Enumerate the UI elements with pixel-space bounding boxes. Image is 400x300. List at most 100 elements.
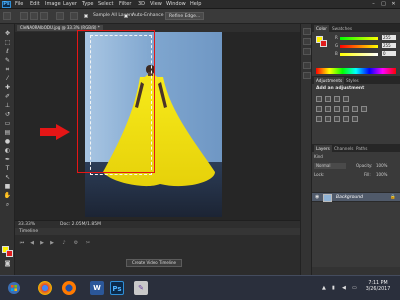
menu-file[interactable]: File	[15, 1, 23, 8]
previous-frame-icon[interactable]: ◀	[29, 241, 35, 246]
gradient-map-icon[interactable]	[343, 116, 349, 122]
history-panel-icon[interactable]	[303, 28, 311, 35]
background-color-swatch[interactable]	[6, 250, 13, 257]
brush-picker-icon[interactable]	[56, 12, 64, 20]
red-value[interactable]: 255	[382, 35, 396, 40]
photo-filter-icon[interactable]	[352, 106, 358, 112]
character-panel-icon[interactable]	[303, 62, 311, 69]
marquee-tool-icon[interactable]: ⬚	[3, 39, 12, 47]
color-spectrum-bar[interactable]	[316, 68, 396, 74]
quick-selection-tool-icon[interactable]: ✎	[3, 57, 12, 65]
info-panel-icon[interactable]	[303, 48, 311, 55]
timeline-tab[interactable]: Timeline	[19, 228, 38, 235]
pressure-icon[interactable]	[70, 12, 78, 20]
clock[interactable]: 7:11 PM 3/26/2017	[362, 281, 394, 293]
add-to-selection-icon[interactable]	[30, 12, 38, 20]
levels-icon[interactable]	[325, 96, 331, 102]
eyedropper-tool-icon[interactable]: ⁄	[3, 75, 12, 83]
photoshop-taskbar-icon[interactable]: Ps	[110, 281, 124, 295]
clone-stamp-tool-icon[interactable]: ⊥	[3, 102, 12, 110]
chrome-icon[interactable]	[38, 281, 52, 295]
properties-panel-icon[interactable]	[303, 38, 311, 45]
layer-filter-kind[interactable]: Kind	[314, 154, 323, 160]
menu-select[interactable]: Select	[98, 1, 113, 8]
network-icon[interactable]: ▮	[332, 285, 335, 291]
paint-icon[interactable]: ✎	[134, 281, 148, 295]
tab-swatches[interactable]: Swatches	[330, 25, 354, 32]
close-button[interactable]: ✕	[390, 1, 397, 7]
threshold-icon[interactable]	[334, 116, 340, 122]
lasso-tool-icon[interactable]: ℓ	[3, 48, 12, 56]
tab-styles[interactable]: Styles	[344, 77, 361, 84]
layer-row-background[interactable]: ◉ Background 🔒	[312, 192, 400, 202]
tab-paths[interactable]: Paths	[354, 145, 369, 152]
exposure-icon[interactable]	[343, 96, 349, 102]
green-slider[interactable]	[340, 45, 378, 48]
quick-mask-icon[interactable]: ◙	[3, 260, 12, 268]
tab-adjustments[interactable]: Adjustments	[314, 77, 345, 84]
menu-image[interactable]: Image	[45, 1, 61, 8]
blue-value[interactable]: 0	[382, 51, 396, 56]
invert-icon[interactable]	[316, 116, 322, 122]
eraser-tool-icon[interactable]: ▭	[3, 120, 12, 128]
firefox-icon[interactable]	[62, 281, 76, 295]
menu-help[interactable]: Help	[190, 1, 201, 8]
menu-3d[interactable]: 3D	[138, 1, 145, 8]
brightness-contrast-icon[interactable]	[316, 96, 322, 102]
green-value[interactable]: 255	[382, 43, 396, 48]
visibility-eye-icon[interactable]: ◉	[315, 195, 320, 200]
menu-window[interactable]: Window	[166, 1, 186, 8]
auto-enhance-checkbox[interactable]	[124, 14, 128, 18]
split-icon[interactable]: ✂	[85, 241, 91, 246]
audio-icon[interactable]: ♪	[61, 241, 67, 246]
black-white-icon[interactable]	[343, 106, 349, 112]
blend-mode-select[interactable]: Normal	[314, 163, 346, 169]
new-selection-icon[interactable]	[20, 12, 28, 20]
curves-icon[interactable]	[334, 96, 340, 102]
hue-saturation-icon[interactable]	[325, 106, 331, 112]
next-frame-icon[interactable]: ▶	[49, 241, 55, 246]
play-icon[interactable]: ▶	[39, 241, 45, 246]
subtract-from-selection-icon[interactable]	[40, 12, 48, 20]
sample-all-layers-checkbox[interactable]	[84, 14, 88, 18]
volume-icon[interactable]: ◀	[342, 285, 346, 291]
hand-tool-icon[interactable]: ✋	[3, 192, 12, 200]
history-brush-tool-icon[interactable]: ↺	[3, 111, 12, 119]
healing-brush-tool-icon[interactable]: ✚	[3, 84, 12, 92]
crop-tool-icon[interactable]: ⌗	[3, 66, 12, 74]
create-video-timeline-button[interactable]: Create Video Timeline	[126, 259, 182, 267]
vibrance-icon[interactable]	[316, 106, 322, 112]
opacity-value[interactable]: 100%	[376, 163, 387, 169]
channel-mixer-icon[interactable]	[361, 106, 367, 112]
dodge-tool-icon[interactable]: ◐	[3, 147, 12, 155]
menu-view[interactable]: View	[150, 1, 162, 8]
pen-tool-icon[interactable]: ✒	[3, 156, 12, 164]
selective-color-icon[interactable]	[352, 116, 358, 122]
move-tool-icon[interactable]: ✥	[3, 30, 12, 38]
fill-value[interactable]: 100%	[376, 172, 387, 178]
path-selection-tool-icon[interactable]: ↖	[3, 174, 12, 182]
posterize-icon[interactable]	[325, 116, 331, 122]
tab-color[interactable]: Color	[314, 25, 329, 32]
brush-tool-icon[interactable]: ✐	[3, 93, 12, 101]
quick-selection-tool-preset-icon[interactable]	[3, 12, 11, 20]
menu-filter[interactable]: Filter	[119, 1, 131, 8]
color-balance-icon[interactable]	[334, 106, 340, 112]
layer-name[interactable]: Background	[336, 195, 363, 200]
red-slider[interactable]	[340, 37, 378, 40]
tray-arrow-icon[interactable]: ▲	[322, 285, 326, 291]
rectangle-tool-icon[interactable]: ■	[3, 183, 12, 191]
zoom-level[interactable]: 33.33%	[18, 221, 35, 228]
maximize-button[interactable]: □	[380, 1, 387, 7]
blue-slider[interactable]	[340, 53, 378, 56]
menu-type[interactable]: Type	[82, 1, 93, 8]
menu-layer[interactable]: Layer	[63, 1, 77, 8]
menu-edit[interactable]: Edit	[30, 1, 40, 8]
settings-icon[interactable]: ⚙	[73, 241, 79, 246]
first-frame-icon[interactable]: ⏮	[19, 241, 25, 246]
battery-icon[interactable]: ▭	[352, 285, 357, 291]
zoom-tool-icon[interactable]: ⌕	[3, 201, 12, 209]
tab-layers[interactable]: Layers	[314, 145, 332, 152]
type-tool-icon[interactable]: T	[3, 165, 12, 173]
paragraph-panel-icon[interactable]	[303, 72, 311, 79]
